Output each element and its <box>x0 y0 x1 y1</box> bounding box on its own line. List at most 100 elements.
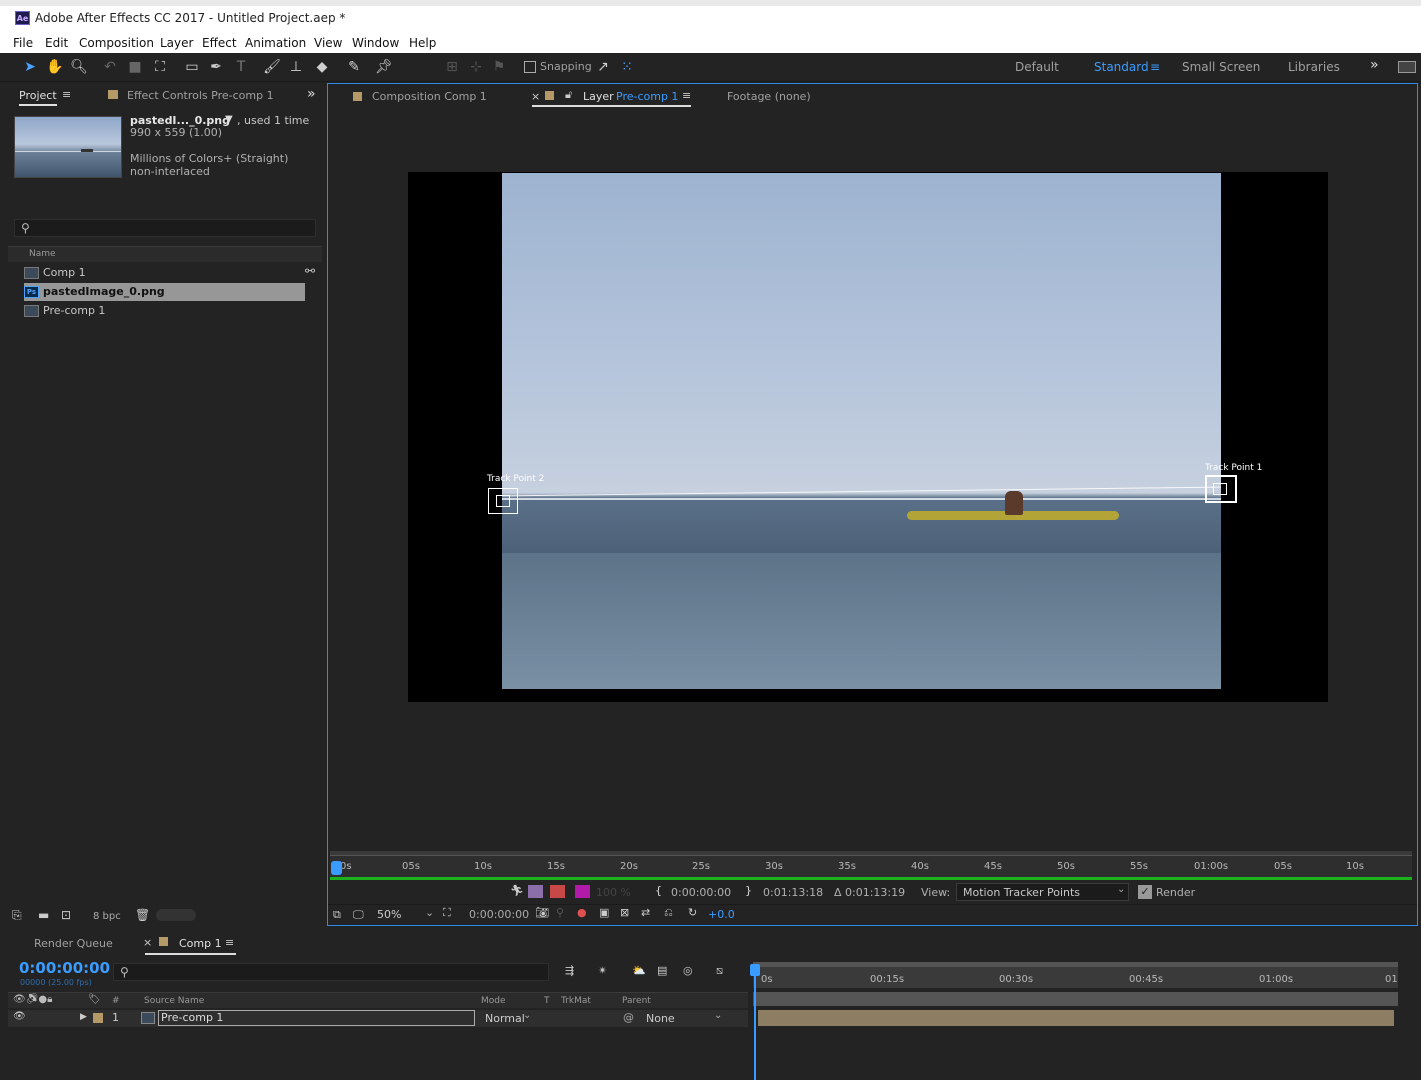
clone-stamp-tool-icon[interactable]: ⊥ <box>286 57 306 77</box>
current-timecode[interactable]: 0:00:00:00 <box>19 959 110 977</box>
tab-comp-1[interactable]: Comp 1 <box>179 937 222 950</box>
brush-tool-icon[interactable]: 🖌︎ <box>262 57 282 77</box>
layer-duration-bar[interactable] <box>758 1010 1394 1026</box>
panel-overflow-icon[interactable]: » <box>307 86 316 102</box>
view-layout-icon[interactable]: ⇄ <box>641 906 650 919</box>
project-item[interactable]: Comp 1 <box>24 264 305 282</box>
monitor-icon[interactable]: 🖵︎ <box>353 908 364 922</box>
render-color-swatch[interactable] <box>550 885 565 898</box>
solo-color-swatch[interactable] <box>528 885 543 898</box>
rotation-tool-icon[interactable]: ↶ <box>100 57 120 77</box>
workspace-menu-icon[interactable]: ≡ <box>1150 60 1160 74</box>
parent-dropdown[interactable]: None <box>646 1012 675 1025</box>
project-item[interactable]: Pre-comp 1 <box>24 302 305 320</box>
new-composition-icon[interactable]: ⊡ <box>61 908 71 922</box>
current-time-value[interactable]: 0:00:00:00 <box>469 908 529 921</box>
bit-depth-button[interactable]: 8 bpc <box>93 911 121 922</box>
timeline-playhead[interactable] <box>754 966 756 1080</box>
eraser-tool-icon[interactable]: ◆ <box>312 57 332 77</box>
frame-blending-icon[interactable]: ▤ <box>657 964 667 977</box>
snapping-checkbox[interactable] <box>524 61 536 73</box>
tab-footage[interactable]: Footage (none) <box>727 90 811 103</box>
layer-source-name[interactable]: Pre-comp 1 <box>158 1010 475 1026</box>
workspace-libraries[interactable]: Libraries <box>1288 60 1340 74</box>
pick-whip-icon[interactable]: @ <box>623 1011 634 1024</box>
zoom-tool-icon[interactable]: 🔍︎ <box>69 57 89 77</box>
menu-view[interactable]: View <box>314 36 342 50</box>
menu-composition[interactable]: Composition <box>79 36 154 50</box>
tab-composition[interactable]: Composition Comp 1 <box>372 90 487 103</box>
snap-edges-icon[interactable]: ↗ <box>593 57 613 77</box>
workspace-small-screen[interactable]: Small Screen <box>1182 60 1260 74</box>
always-preview-icon[interactable]: ⧉ <box>333 908 341 922</box>
timeline-search-input[interactable]: ⚲ <box>113 963 549 981</box>
menu-file[interactable]: File <box>13 36 33 50</box>
menu-edit[interactable]: Edit <box>45 36 68 50</box>
project-search-input[interactable]: ⚲ <box>14 219 316 237</box>
track-point-1-search-box[interactable] <box>1205 475 1237 503</box>
timeline-tab-menu-icon[interactable]: ≡ <box>225 936 234 949</box>
pan-behind-tool-icon[interactable]: ⛶ <box>150 57 170 77</box>
camera-tool-icon[interactable]: ■ <box>125 57 145 77</box>
project-tab-menu-icon[interactable]: ≡ <box>62 88 71 101</box>
channel-icon[interactable]: ● <box>577 906 587 919</box>
region-of-interest-icon[interactable]: ▣ <box>599 906 609 919</box>
out-point-time[interactable]: 0:01:13:18 <box>763 886 823 899</box>
menu-animation[interactable]: Animation <box>245 36 306 50</box>
viewer-tab-menu-icon[interactable]: ≡ <box>682 89 691 102</box>
render-checkbox[interactable]: ✓ <box>1138 885 1152 899</box>
zoom-value[interactable]: 50% <box>377 908 401 921</box>
search-help-icon[interactable] <box>1398 61 1416 73</box>
reset-exposure-icon[interactable]: ↻ <box>688 906 697 919</box>
snap-features-icon[interactable]: ⁙ <box>617 57 637 77</box>
new-folder-icon[interactable]: ▬ <box>38 908 49 922</box>
roto-brush-tool-icon[interactable]: ✎ <box>344 57 364 77</box>
tab-effect-controls[interactable]: Effect Controls Pre-comp 1 <box>127 89 274 102</box>
local-axis-icon[interactable]: ⊞ <box>442 57 462 77</box>
tab-layer[interactable]: Layer <box>583 90 614 103</box>
world-axis-icon[interactable]: ⊹ <box>466 57 486 77</box>
flowchart-icon[interactable]: ⚯ <box>305 264 315 278</box>
comp-mini-flowchart-icon[interactable]: ⇶ <box>565 964 574 977</box>
type-tool-icon[interactable]: T <box>231 57 251 77</box>
viewer-time-ruler[interactable]: 0s 05s 10s 15s 20s 25s 30s 35s 40s 45s 5… <box>330 855 1412 877</box>
menu-help[interactable]: Help <box>409 36 436 50</box>
in-point-time[interactable]: 0:00:00:00 <box>671 886 731 899</box>
menu-effect[interactable]: Effect <box>202 36 237 50</box>
graph-editor-icon[interactable]: ⧅ <box>716 964 723 978</box>
tab-project[interactable]: Project <box>19 89 57 106</box>
visibility-eye-icon[interactable]: 👁︎ <box>13 1011 26 1022</box>
toggle-view-icon[interactable]: ⎌ <box>664 906 673 920</box>
pen-tool-icon[interactable]: ✒ <box>206 57 226 77</box>
rectangle-tool-icon[interactable]: ▭ <box>182 57 202 77</box>
zoom-chevron-icon[interactable]: ⌄ <box>425 906 434 919</box>
transparency-grid-icon[interactable]: ⊠ <box>620 906 629 919</box>
workspace-overflow-icon[interactable]: » <box>1370 57 1379 73</box>
draft-3d-icon[interactable]: ✴ <box>598 964 607 977</box>
camera-snapshot-icon[interactable]: 📷︎ <box>535 906 549 919</box>
workspace-standard[interactable]: Standard <box>1094 60 1149 74</box>
expand-layer-icon[interactable]: ▶ <box>80 1012 87 1022</box>
show-snapshot-icon[interactable]: ⚲ <box>556 906 564 919</box>
project-item-selected[interactable]: Ps pastedImage_0.png <box>24 283 305 301</box>
timeline-navigator[interactable] <box>753 992 1398 1006</box>
selection-tool-icon[interactable]: ➤ <box>20 57 40 77</box>
timeline-time-ruler[interactable]: 0s 00:15s 00:30s 00:45s 01:00s 01 <box>753 966 1398 988</box>
menu-window[interactable]: Window <box>352 36 399 50</box>
hand-tool-icon[interactable]: ✋ <box>45 57 65 77</box>
interpret-footage-icon[interactable]: ⎘ <box>12 908 22 923</box>
menu-layer[interactable]: Layer <box>160 36 193 50</box>
viewer-playhead[interactable] <box>331 861 342 875</box>
view-dropdown[interactable]: Motion Tracker Points ⌄ <box>956 883 1129 901</box>
exposure-value[interactable]: +0.0 <box>708 908 735 921</box>
motion-blur-icon[interactable]: ◎ <box>683 964 693 977</box>
layer-label-color[interactable] <box>93 1013 103 1023</box>
layer-row[interactable]: 👁︎ ▶ 1 Pre-comp 1 Normal ⌄ @ None ⌄ <box>8 1010 748 1027</box>
close-tab-icon[interactable]: × <box>143 936 152 949</box>
puppet-pin-tool-icon[interactable]: 📌︎ <box>374 57 394 77</box>
lock-icon[interactable]: 🔓︎ <box>565 88 572 102</box>
fit-icon[interactable]: ⛶ <box>443 906 451 920</box>
view-axis-icon[interactable]: ⚑ <box>489 57 509 77</box>
set-out-point-icon[interactable]: } <box>745 884 752 897</box>
set-in-point-icon[interactable]: { <box>655 884 662 897</box>
